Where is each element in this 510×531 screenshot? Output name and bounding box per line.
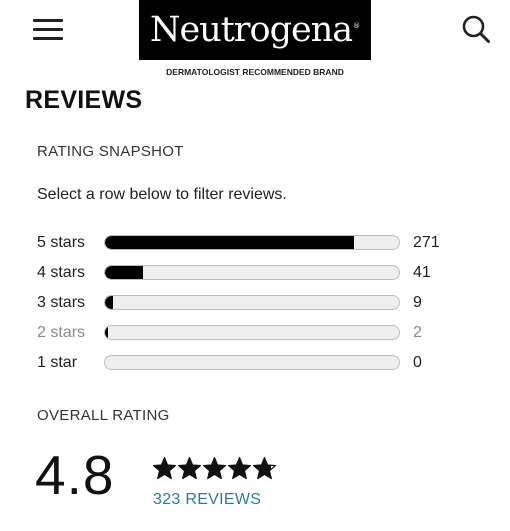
filter-instruction: Select a row below to filter reviews. [37, 186, 287, 203]
rating-snapshot-heading: RATING SNAPSHOT [37, 143, 184, 160]
rating-bar [104, 265, 400, 280]
star-icon [252, 456, 277, 480]
rating-row-2-stars[interactable]: 2 stars 2 [30, 321, 470, 347]
overall-rating-score: 4.8 [35, 444, 115, 506]
star-icon [152, 456, 177, 480]
registered-mark: ® [353, 22, 361, 30]
brand-logo[interactable]: Neutrogena ® [139, 0, 371, 60]
rating-bar-fill [105, 266, 143, 279]
rating-row-label: 3 stars [37, 294, 86, 311]
reviews-count-link[interactable]: 323 REVIEWS [153, 491, 261, 509]
star-shape [202, 456, 227, 480]
star-icon [177, 456, 202, 480]
rating-bar [104, 355, 400, 370]
rating-bar-fill [105, 296, 114, 309]
star-shape [152, 456, 177, 480]
star-rating [152, 456, 277, 481]
star-icon [227, 456, 252, 480]
rating-row-5-stars[interactable]: 5 stars 271 [30, 231, 470, 257]
rating-bar [104, 325, 400, 340]
star-shape [227, 456, 252, 480]
menu-line [33, 19, 63, 22]
rating-row-count: 41 [413, 264, 431, 281]
overall-rating-heading: OVERALL RATING [37, 407, 170, 424]
rating-row-count: 9 [413, 294, 422, 311]
rating-row-label: 1 star [37, 354, 78, 371]
menu-line [33, 37, 63, 40]
star-shape [252, 456, 277, 480]
rating-row-count: 271 [413, 234, 440, 251]
rating-row-count: 2 [413, 324, 422, 341]
hamburger-menu-icon[interactable] [33, 19, 63, 40]
star-icon [202, 456, 227, 480]
menu-line [33, 28, 63, 31]
brand-name: Neutrogena [149, 10, 353, 50]
search-icon[interactable] [461, 14, 491, 44]
rating-row-label: 4 stars [37, 264, 86, 281]
star-shape [177, 456, 202, 480]
rating-row-count: 0 [413, 354, 422, 371]
rating-bar [104, 235, 400, 250]
rating-row-label: 2 stars [37, 324, 86, 341]
rating-bar-fill [105, 326, 108, 339]
rating-row-3-stars[interactable]: 3 stars 9 [30, 291, 470, 317]
rating-row-4-stars[interactable]: 4 stars 41 [30, 261, 470, 287]
rating-bar [104, 295, 400, 310]
rating-row-label: 5 stars [37, 234, 86, 251]
rating-bar-fill [105, 236, 354, 249]
brand-tagline: DERMATOLOGIST RECOMMENDED BRAND [166, 67, 344, 77]
reviews-title: REVIEWS [25, 86, 143, 114]
rating-row-1-star[interactable]: 1 star 0 [30, 351, 470, 377]
